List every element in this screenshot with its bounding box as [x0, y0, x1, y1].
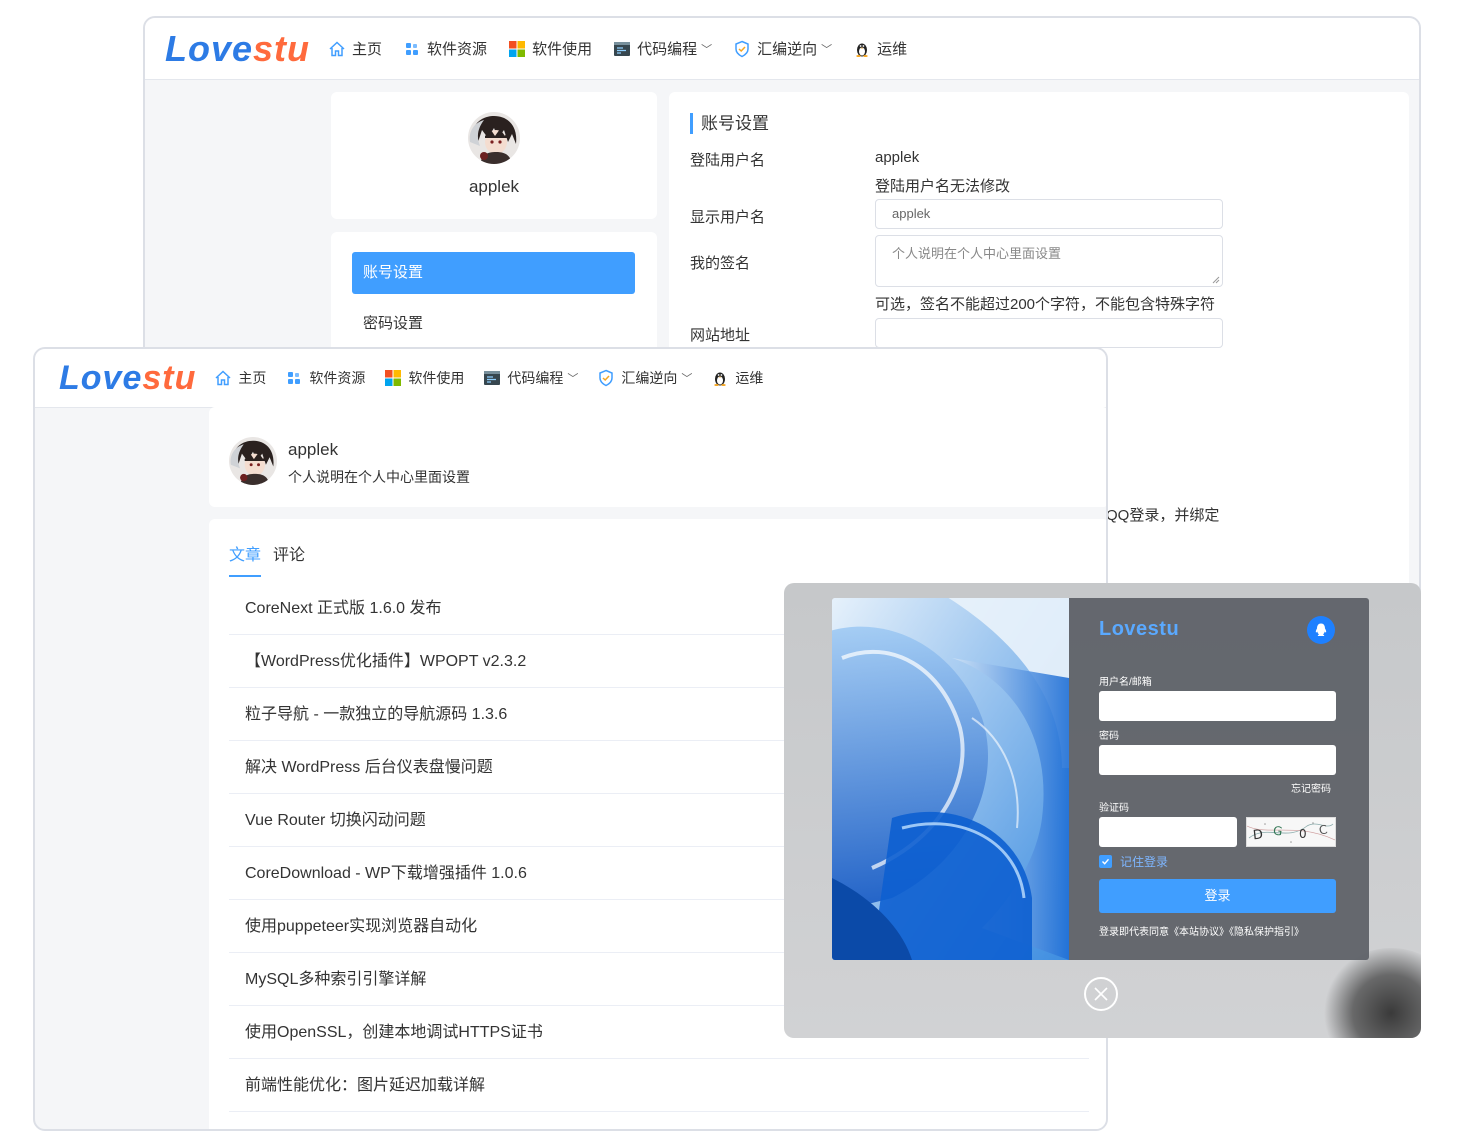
- user-avatar[interactable]: [229, 437, 277, 485]
- password-input[interactable]: [1099, 745, 1336, 775]
- windows-icon: [385, 370, 402, 386]
- apps-icon: [406, 42, 419, 55]
- site-logo[interactable]: Lovestu: [59, 359, 196, 398]
- background-smudge: [1321, 948, 1421, 1038]
- code-window-icon: [614, 41, 631, 56]
- profile-card: applek: [331, 92, 657, 219]
- login-dialog: Lovestu 用户名/邮箱 密码 忘记密码 验证码 D G 0 C 记住登录 …: [832, 598, 1369, 960]
- nav-item-home[interactable]: 主页: [214, 368, 266, 388]
- nav-item-reverse-engineering[interactable]: 汇编逆向 ﹀: [733, 38, 832, 59]
- close-modal-button[interactable]: [1084, 977, 1118, 1011]
- nav-item-devops[interactable]: 运维: [853, 38, 907, 59]
- menu-item-password-settings[interactable]: 密码设置: [363, 312, 423, 333]
- checkbox-checked-icon: [1099, 855, 1112, 868]
- agreement-text[interactable]: 登录即代表同意《本站协议》《隐私保护指引》: [1099, 923, 1304, 938]
- nav-item-programming[interactable]: 代码编程 ﹀: [483, 368, 578, 388]
- list-item[interactable]: 前端性能优化：图片延迟加载详解: [229, 1059, 1089, 1112]
- captcha-label: 验证码: [1099, 803, 1129, 814]
- tab-comments[interactable]: 评论: [273, 541, 305, 577]
- windows-icon: [509, 40, 526, 57]
- display-name-label: 显示用户名: [690, 209, 766, 226]
- home-icon: [329, 40, 345, 56]
- login-logo: Lovestu: [1099, 618, 1180, 640]
- password-label: 密码: [1099, 731, 1119, 742]
- user-name: applek: [288, 440, 339, 459]
- nav-item-software-usage[interactable]: 软件使用: [384, 368, 464, 388]
- login-form: Lovestu 用户名/邮箱 密码 忘记密码 验证码 D G 0 C 记住登录 …: [1069, 598, 1369, 960]
- captcha-image[interactable]: D G 0 C: [1246, 817, 1336, 847]
- nav-item-software-usage[interactable]: 软件使用: [508, 38, 592, 59]
- qq-binding-hint: QQ登录，并绑定: [1106, 507, 1220, 524]
- user-avatar[interactable]: [468, 112, 520, 164]
- qq-penguin-icon: [1315, 623, 1327, 636]
- profile-username: applek: [468, 177, 520, 196]
- login-modal-overlay: Lovestu 用户名/邮箱 密码 忘记密码 验证码 D G 0 C 记住登录 …: [784, 583, 1421, 1038]
- top-navbar: Lovestu 主页 软件资源 软件使用 代码编程 ﹀ 汇编逆向 ﹀ 运维: [145, 18, 1419, 80]
- signature-hint: 可选，签名不能超过200个字符，不能包含特殊字符: [875, 296, 1216, 313]
- qq-login-button[interactable]: [1307, 616, 1335, 644]
- content-tabs: 文章 评论: [229, 541, 317, 577]
- display-name-input[interactable]: applek: [875, 199, 1223, 229]
- signature-textarea[interactable]: 个人说明在个人中心里面设置: [875, 235, 1223, 287]
- svg-text:G: G: [1272, 824, 1283, 839]
- user-info-card: applek 个人说明在个人中心里面设置: [209, 407, 1106, 507]
- chevron-down-icon: ﹀: [701, 43, 713, 56]
- settings-side-menu: 账号设置 密码设置: [331, 232, 657, 362]
- shield-icon: [599, 369, 614, 387]
- captcha-input[interactable]: [1099, 817, 1237, 847]
- login-username-note: 登陆用户名无法修改: [875, 178, 1011, 195]
- username-label: 用户名/邮箱: [1099, 677, 1152, 688]
- svg-text:D: D: [1252, 827, 1264, 843]
- top-navbar: Lovestu 主页 软件资源 软件使用 代码编程 ﹀ 汇编逆向 ﹀ 运维: [35, 349, 1106, 408]
- section-title: 账号设置: [690, 113, 769, 134]
- apps-icon: [288, 372, 301, 384]
- menu-item-account-settings[interactable]: 账号设置: [352, 252, 635, 294]
- nav-item-reverse-engineering[interactable]: 汇编逆向 ﹀: [597, 368, 692, 388]
- username-input[interactable]: [1099, 691, 1336, 721]
- website-label: 网站地址: [690, 327, 751, 344]
- linux-penguin-icon: [714, 372, 727, 386]
- remember-login-checkbox[interactable]: 记住登录: [1099, 853, 1168, 870]
- nav-item-software-resources[interactable]: 软件资源: [403, 38, 487, 59]
- chevron-down-icon: ﹀: [821, 43, 833, 56]
- main-nav: 主页 软件资源 软件使用 代码编程 ﹀ 汇编逆向 ﹀ 运维: [214, 368, 782, 388]
- forgot-password-link[interactable]: 忘记密码: [1291, 780, 1331, 795]
- tab-articles[interactable]: 文章: [229, 541, 262, 577]
- linux-penguin-icon: [856, 43, 868, 57]
- main-nav: 主页 软件资源 软件使用 代码编程 ﹀ 汇编逆向 ﹀ 运维: [328, 38, 928, 59]
- login-submit-button[interactable]: 登录: [1099, 879, 1336, 913]
- nav-item-home[interactable]: 主页: [328, 38, 382, 59]
- login-artwork: [832, 598, 1069, 960]
- svg-text:0: 0: [1299, 827, 1307, 841]
- nav-item-programming[interactable]: 代码编程 ﹀: [613, 38, 712, 59]
- login-username-label: 登陆用户名: [690, 152, 766, 169]
- site-logo[interactable]: Lovestu: [165, 28, 310, 70]
- nav-item-devops[interactable]: 运维: [711, 368, 763, 388]
- user-signature: 个人说明在个人中心里面设置: [288, 469, 470, 485]
- signature-label: 我的签名: [690, 255, 751, 272]
- close-icon: [1094, 987, 1108, 1001]
- svg-text:C: C: [1318, 822, 1329, 837]
- nav-item-software-resources[interactable]: 软件资源: [285, 368, 365, 388]
- abstract-glass-illustration: [832, 598, 1069, 960]
- chevron-down-icon: ﹀: [567, 373, 579, 385]
- shield-icon: [735, 40, 749, 57]
- website-input[interactable]: [875, 318, 1223, 348]
- home-icon: [215, 370, 231, 386]
- chevron-down-icon: ﹀: [681, 373, 693, 385]
- captcha-graphic: D G 0 C: [1246, 822, 1336, 843]
- login-username-value: applek: [875, 149, 920, 166]
- resize-handle-icon[interactable]: [1212, 276, 1220, 284]
- code-window-icon: [484, 371, 501, 385]
